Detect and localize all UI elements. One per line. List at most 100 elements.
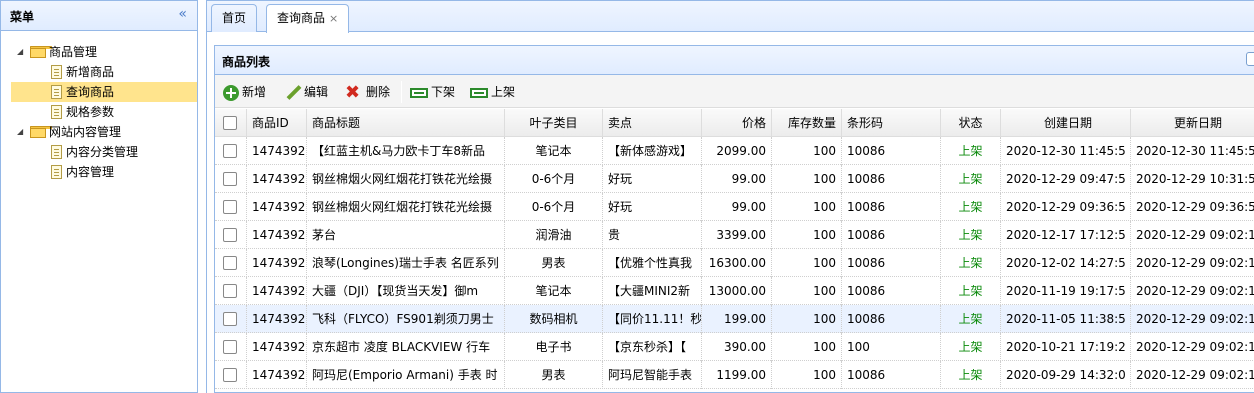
cell-title: 钢丝棉烟火网红烟花打铁花光绘摄 bbox=[307, 193, 505, 221]
header-sell-point[interactable]: 卖点 bbox=[603, 109, 702, 137]
tab-label: 首页 bbox=[222, 11, 247, 25]
row-checkbox[interactable] bbox=[223, 172, 237, 186]
row-checkbox[interactable] bbox=[223, 368, 237, 382]
row-checkbox-cell bbox=[215, 277, 247, 305]
header-status[interactable]: 状态 bbox=[941, 109, 1001, 137]
cell-id: 1474392 bbox=[247, 277, 307, 305]
cell-category: 男表 bbox=[505, 249, 603, 277]
delete-button[interactable]: ✖ 删除 bbox=[345, 81, 390, 103]
table-row[interactable]: 1474392 飞科（FLYCO）FS901剃须刀男士 数码相机 【同价11.11！秒… bbox=[215, 305, 1254, 333]
off-shelf-button[interactable]: 下架 bbox=[410, 81, 455, 103]
header-title[interactable]: 商品标题 bbox=[307, 109, 505, 137]
cell-stock: 100 bbox=[772, 221, 842, 249]
row-checkbox-cell bbox=[215, 333, 247, 361]
row-checkbox[interactable] bbox=[223, 284, 237, 298]
cell-updated: 2020-12-29 09:02:1 bbox=[1136, 368, 1254, 382]
row-checkbox-cell bbox=[215, 137, 247, 165]
tree-node-add-product[interactable]: 新增商品 bbox=[1, 62, 197, 82]
cell-title: 京东超市 凌度 BLACKVIEW 行车 bbox=[307, 333, 505, 361]
header-created[interactable]: 创建日期 bbox=[1001, 109, 1131, 137]
cell-category: 电子书 bbox=[505, 333, 603, 361]
cell-sell-point: 阿玛尼智能手表 bbox=[603, 361, 702, 389]
tree-node-content[interactable]: 内容管理 bbox=[1, 162, 197, 182]
on-shelf-button[interactable]: 上架 bbox=[470, 81, 515, 103]
table-row[interactable]: 1474392 京东超市 凌度 BLACKVIEW 行车 电子书 【京东秒杀】【 390… bbox=[215, 333, 1254, 361]
tree-node-spec-params[interactable]: 规格参数 bbox=[1, 102, 197, 122]
cell-status: 上架 bbox=[941, 137, 1001, 165]
tab-query-product[interactable]: 查询商品 × bbox=[266, 4, 350, 33]
cell-created: 2020-11-05 11:38:5 bbox=[1001, 305, 1131, 333]
tree-node-content-category[interactable]: 内容分类管理 bbox=[1, 142, 197, 162]
collapse-tool-icon[interactable] bbox=[1246, 52, 1254, 66]
header-id[interactable]: 商品ID bbox=[247, 109, 307, 137]
tab-home[interactable]: 首页 bbox=[211, 4, 258, 32]
cell-price: 2099.00 bbox=[702, 137, 772, 165]
table-row[interactable]: 1474392 茅台 润滑油贵 3399.00 100 10086 上架 2020-12-17… bbox=[215, 221, 1254, 249]
cell-barcode: 10086 bbox=[842, 249, 941, 277]
header-price[interactable]: 价格 bbox=[702, 109, 772, 137]
cell-category: 笔记本 bbox=[505, 277, 603, 305]
table-row[interactable]: 1474392 阿玛尼(Emporio Armani) 手表 时男表 阿玛尼智能手表… bbox=[215, 361, 1254, 389]
tree-node-site-content[interactable]: ◢ 网站内容管理 bbox=[1, 122, 197, 142]
row-checkbox-cell bbox=[215, 249, 247, 277]
cell-id: 1474392 bbox=[247, 305, 307, 333]
cell-stock: 100 bbox=[772, 193, 842, 221]
double-chevron-left-icon[interactable]: « bbox=[178, 6, 187, 22]
table-row[interactable]: 1474392 【红蓝主机&马力欧卡丁车8新品 笔记本 【新体感游戏】 2099.00 1… bbox=[215, 137, 1254, 165]
table-row[interactable]: 1474392 大疆（DJI）【现货当天发】御m 笔记本 【大疆MINI2新 13000… bbox=[215, 277, 1254, 305]
cell-id: 1474392 bbox=[247, 193, 307, 221]
cell-stock: 100 bbox=[772, 305, 842, 333]
cell-barcode: 10086 bbox=[842, 277, 941, 305]
cell-title: 飞科（FLYCO）FS901剃须刀男士 bbox=[307, 305, 505, 333]
close-icon[interactable]: × bbox=[329, 12, 338, 25]
tabs-bar: 首页 查询商品 × bbox=[207, 0, 1254, 33]
cell-stock: 100 bbox=[772, 361, 842, 389]
expand-triangle-icon[interactable]: ◢ bbox=[17, 122, 23, 142]
cell-created: 2020-09-29 14:32:0 bbox=[1001, 361, 1131, 389]
tree-node-label: 商品管理 bbox=[49, 45, 98, 59]
cell-sell-point: 【优雅个性真我 bbox=[603, 249, 702, 277]
row-checkbox[interactable] bbox=[223, 312, 237, 326]
cell-barcode: 10086 bbox=[842, 165, 941, 193]
expand-triangle-icon[interactable]: ◢ bbox=[17, 42, 23, 62]
delete-x-icon: ✖ bbox=[345, 81, 361, 103]
row-checkbox[interactable] bbox=[223, 228, 237, 242]
row-checkbox-cell bbox=[215, 361, 247, 389]
header-stock[interactable]: 库存数量 bbox=[772, 109, 842, 137]
tree-node-product-management[interactable]: ◢ 商品管理 bbox=[1, 42, 197, 62]
select-all-checkbox[interactable] bbox=[223, 116, 237, 130]
cell-title: 茅台 bbox=[307, 221, 505, 249]
header-checkbox-cell bbox=[215, 109, 247, 137]
cell-category: 润滑油 bbox=[505, 221, 603, 249]
header-category[interactable]: 叶子类目 bbox=[505, 109, 603, 137]
cell-id: 1474392 bbox=[247, 137, 307, 165]
toolbar-separator bbox=[401, 81, 402, 103]
header-barcode[interactable]: 条形码 bbox=[842, 109, 941, 137]
cell-created: 2020-12-29 09:47:5 bbox=[1001, 165, 1131, 193]
tree-node-label: 内容管理 bbox=[66, 165, 115, 179]
cell-status: 上架 bbox=[941, 249, 1001, 277]
table-row[interactable]: 1474392 浪琴(Longines)瑞士手表 名匠系列 男表 【优雅个性真我 163… bbox=[215, 249, 1254, 277]
row-checkbox[interactable] bbox=[223, 256, 237, 270]
toolbar: 新增 编辑 ✖ 删除 下架 上架 bbox=[215, 75, 1254, 108]
shelf-icon bbox=[410, 87, 428, 98]
table-row[interactable]: 1474392 钢丝棉烟火网红烟花打铁花光绘摄 0-6个月 好玩 99.00 100 100… bbox=[215, 165, 1254, 193]
tab-label: 查询商品 bbox=[277, 11, 326, 25]
cell-title: 【红蓝主机&马力欧卡丁车8新品 bbox=[307, 137, 505, 165]
row-checkbox[interactable] bbox=[223, 200, 237, 214]
table-row[interactable]: 1474392 钢丝棉烟火网红烟花打铁花光绘摄 0-6个月 好玩 99.00 100 100… bbox=[215, 193, 1254, 221]
add-button[interactable]: 新增 bbox=[223, 81, 266, 103]
cell-category: 0-6个月 bbox=[505, 165, 603, 193]
row-checkbox[interactable] bbox=[223, 340, 237, 354]
shelf-icon bbox=[470, 87, 488, 98]
cell-id: 1474392 bbox=[247, 361, 307, 389]
product-list-panel: 商品列表 新增 编辑 ✖ 删除 下架 上架 商品ID 商品标题 叶子类目 卖点 … bbox=[214, 45, 1254, 393]
row-checkbox[interactable] bbox=[223, 144, 237, 158]
edit-button[interactable]: 编辑 bbox=[285, 81, 328, 103]
header-updated[interactable]: 更新日期 bbox=[1131, 109, 1254, 137]
cell-title: 大疆（DJI）【现货当天发】御m bbox=[307, 277, 505, 305]
tree-node-query-product[interactable]: 查询商品 bbox=[1, 82, 197, 102]
cell-id: 1474392 bbox=[247, 249, 307, 277]
cell-status: 上架 bbox=[941, 361, 1001, 389]
cell-updated: 2020-12-29 09:36:5 bbox=[1136, 200, 1254, 214]
